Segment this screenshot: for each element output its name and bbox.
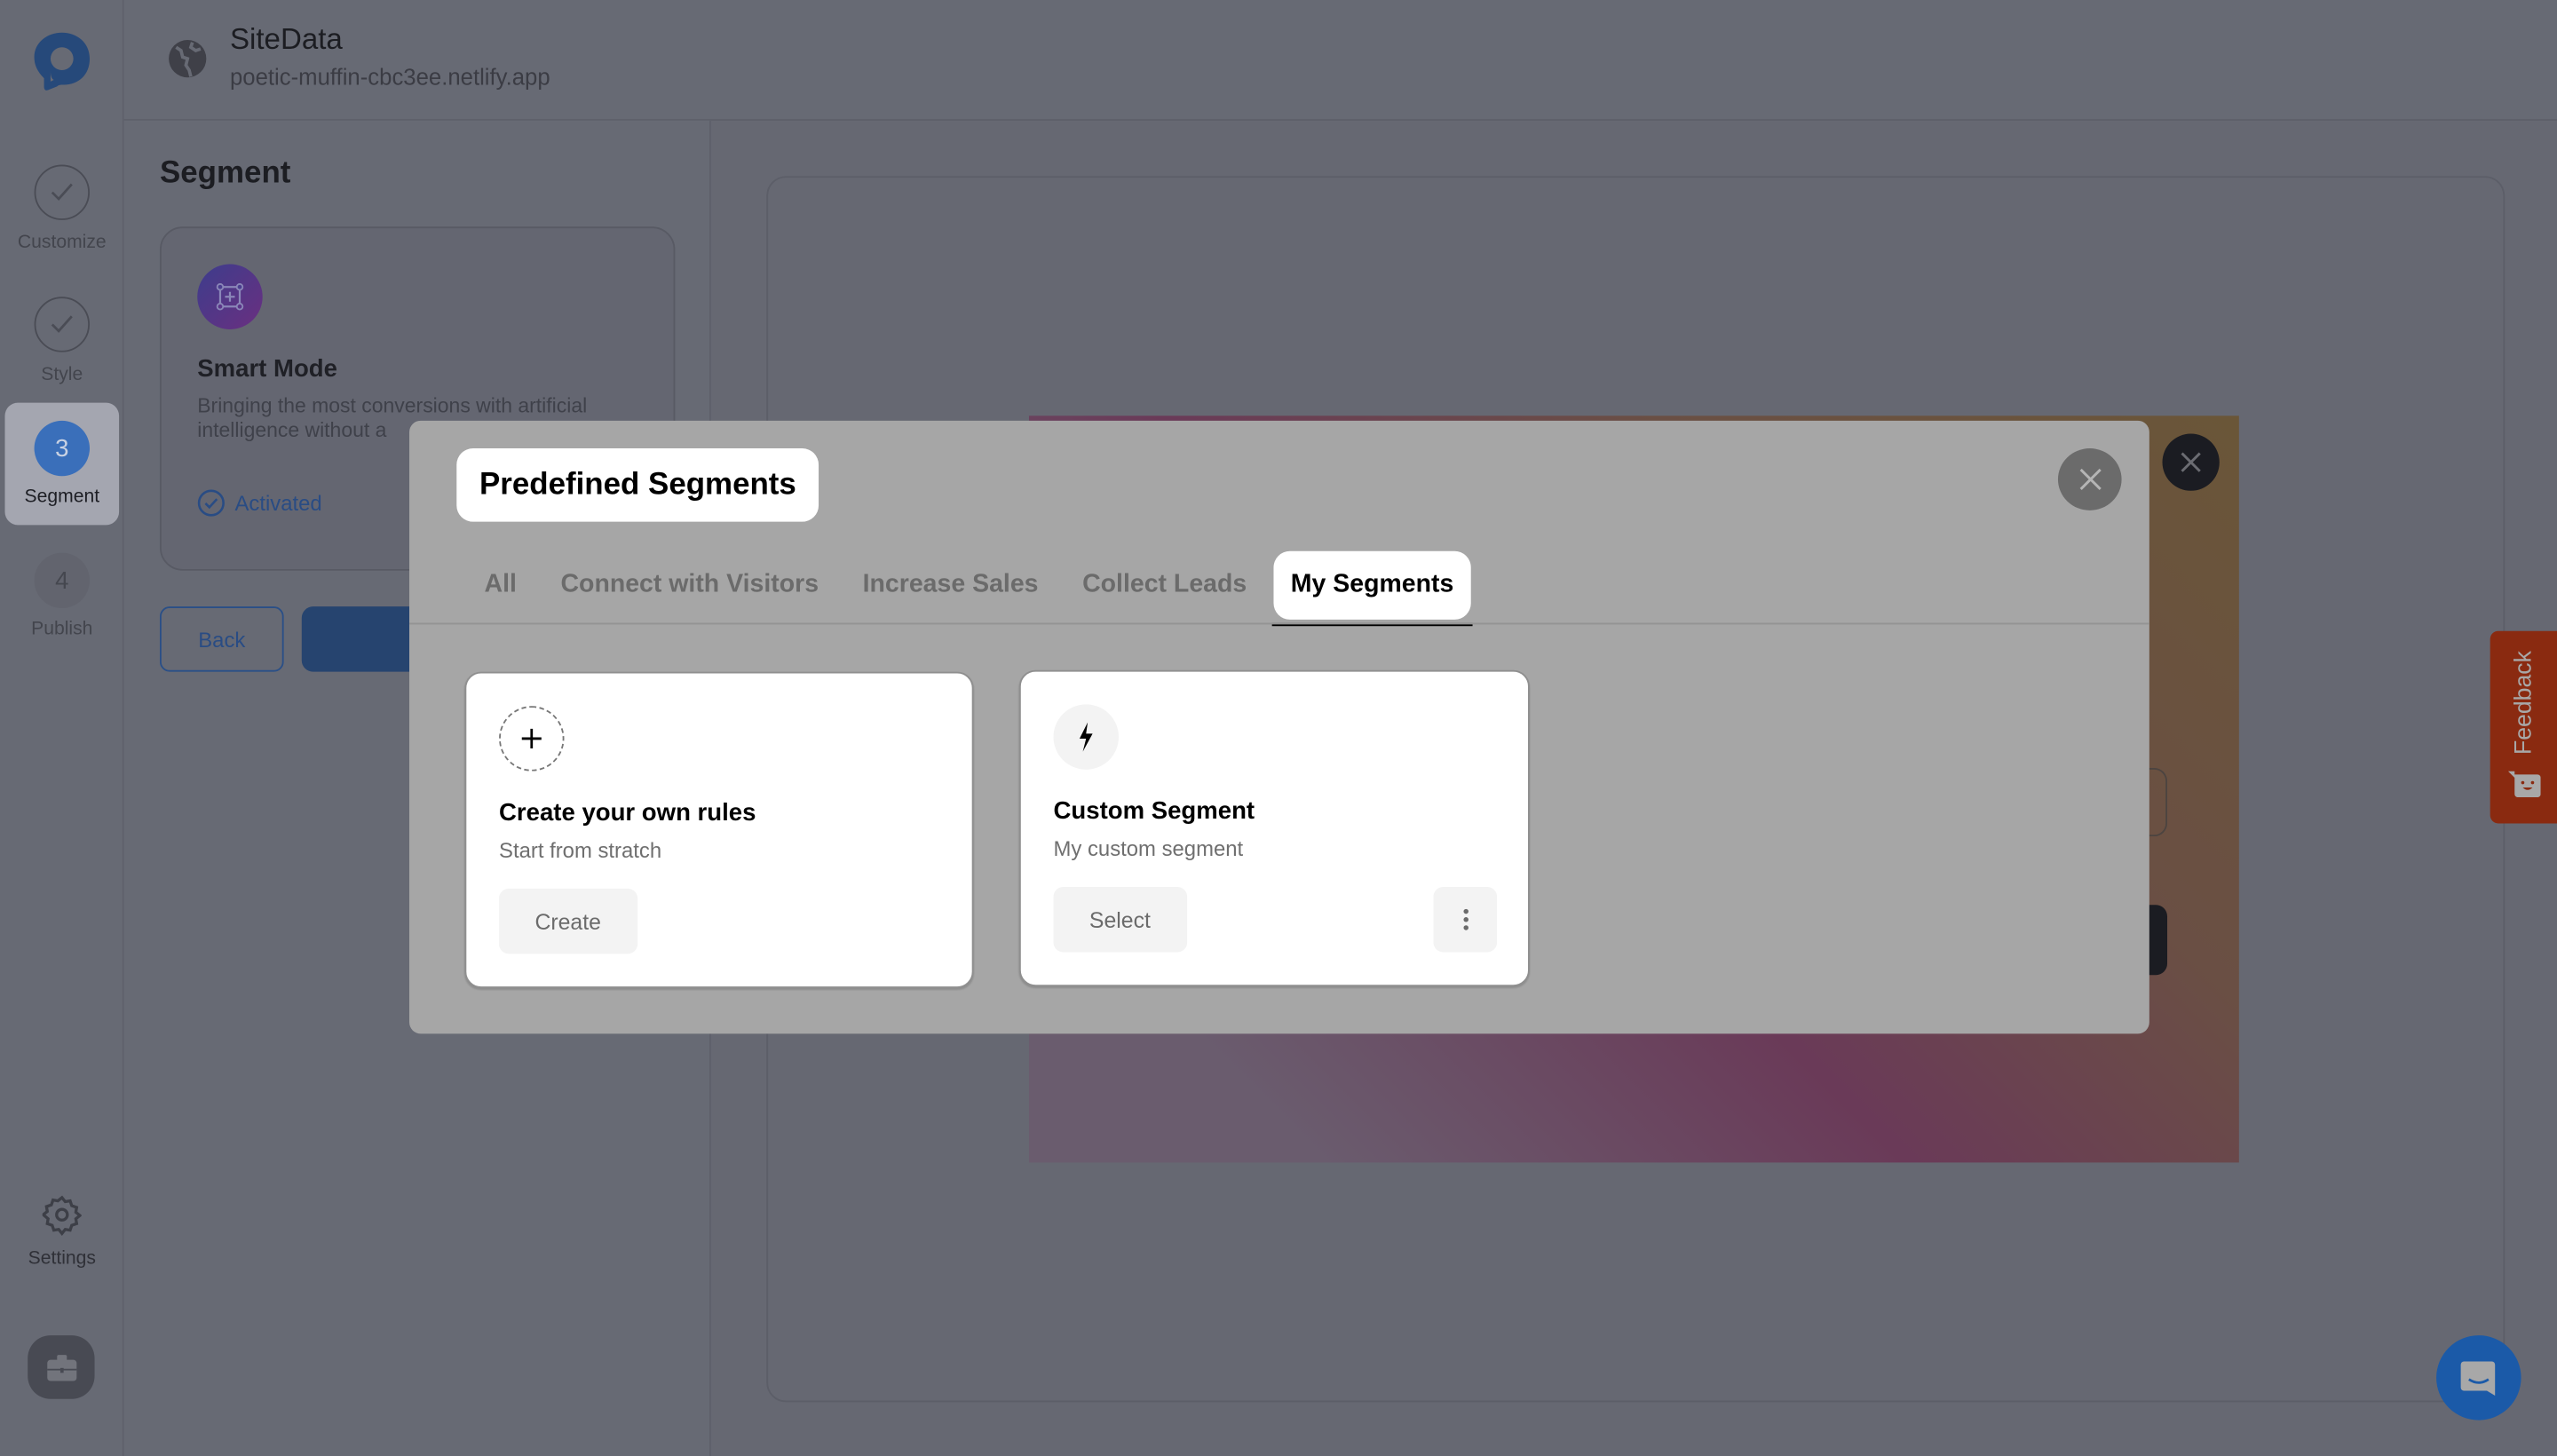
step-publish[interactable]: 4 Publish: [5, 534, 120, 657]
check-icon: [34, 164, 91, 220]
card-subtitle: My custom segment: [1053, 836, 1244, 861]
smart-mode-name: Smart Mode: [197, 355, 337, 384]
smiley-chat-icon: [2507, 771, 2541, 798]
top-bar: [123, 0, 2557, 121]
card-title: Custom Segment: [1053, 797, 1255, 826]
tab-all[interactable]: All: [464, 551, 534, 620]
feedback-label: Feedback: [2510, 651, 2537, 756]
briefcase-button[interactable]: [28, 1335, 95, 1399]
step-label: Customize: [17, 233, 107, 253]
settings-label: Settings: [28, 1248, 96, 1269]
gear-icon: [41, 1195, 83, 1236]
smart-mode-status: Activated: [197, 489, 322, 517]
step-segment[interactable]: 3 Segment: [4, 402, 120, 526]
card-subtitle: Start from stratch: [499, 837, 662, 863]
tab-my-segments[interactable]: My Segments: [1271, 550, 1474, 627]
settings-button[interactable]: Settings: [0, 1193, 124, 1269]
tab-collect-leads[interactable]: Collect Leads: [1065, 551, 1265, 620]
step-label: Segment: [24, 487, 100, 508]
step-number: 4: [34, 552, 91, 609]
step-label: Style: [41, 365, 83, 385]
step-number: 3: [34, 420, 91, 477]
card-title: Create your own rules: [499, 798, 756, 827]
close-icon: [2078, 468, 2101, 490]
step-label: Publish: [31, 619, 93, 639]
tab-increase-sales[interactable]: Increase Sales: [844, 551, 1056, 620]
chat-icon: [2460, 1361, 2496, 1397]
segment-tabs: All Connect with Visitors Increase Sales…: [464, 550, 1479, 627]
modal-title: Predefined Segments: [456, 448, 819, 522]
check-icon: [34, 297, 91, 352]
preview-close-button: [2162, 433, 2220, 491]
app-logo[interactable]: [31, 29, 93, 91]
create-button[interactable]: Create: [499, 888, 637, 954]
select-button[interactable]: Select: [1053, 887, 1187, 953]
close-icon: [2181, 452, 2201, 472]
left-rail: Customize Style 3 Segment 4 Publish Sett…: [0, 0, 124, 1456]
predefined-segments-modal: Predefined Segments All Connect with Vis…: [409, 420, 2149, 1034]
step-style[interactable]: Style: [5, 281, 120, 403]
segment-card-create[interactable]: Create your own rules Start from stratch…: [464, 671, 974, 988]
status-label: Activated: [234, 490, 322, 516]
check-circle-icon: [197, 489, 225, 517]
tabs-divider: [409, 622, 2149, 625]
site-title: SiteData: [229, 22, 343, 56]
back-button[interactable]: Back: [159, 606, 284, 672]
smart-mode-icon: [197, 264, 263, 329]
panel-title: Segment: [159, 156, 291, 191]
briefcase-icon: [46, 1354, 76, 1381]
feedback-tab[interactable]: Feedback: [2490, 630, 2557, 824]
chat-launcher-button[interactable]: [2436, 1335, 2521, 1420]
step-customize[interactable]: Customize: [5, 148, 120, 271]
segment-card-custom[interactable]: Custom Segment My custom segment Select: [1018, 669, 1530, 987]
tab-connect-with-visitors[interactable]: Connect with Visitors: [542, 551, 836, 620]
site-url[interactable]: poetic-muffin-cbc3ee.netlify.app: [230, 64, 550, 90]
more-options-button[interactable]: [1433, 887, 1498, 953]
modal-close-button[interactable]: [2057, 448, 2122, 510]
more-vertical-icon: [1462, 908, 1468, 930]
app-root: Customize Style 3 Segment 4 Publish Sett…: [0, 0, 2557, 1456]
lightning-icon: [1053, 704, 1119, 770]
plus-icon: [499, 706, 565, 772]
globe-icon: [169, 39, 207, 78]
